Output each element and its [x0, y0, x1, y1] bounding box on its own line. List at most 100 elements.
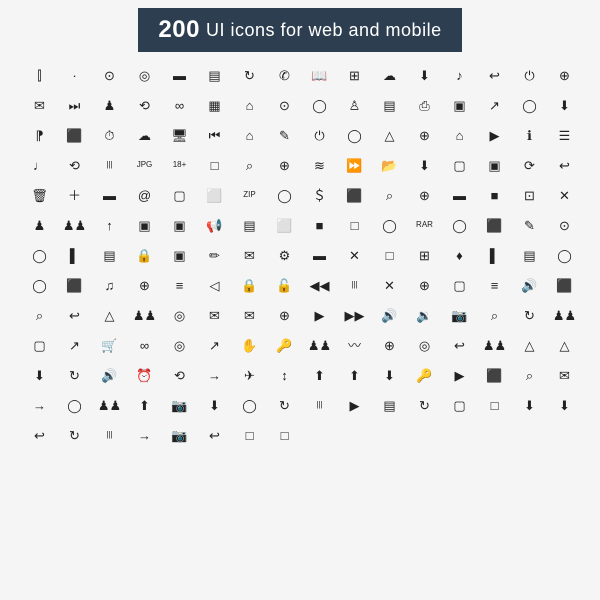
icon-173[interactable]: ⬛ — [477, 360, 512, 390]
icon-29[interactable]: ↗ — [477, 90, 512, 120]
icon-10[interactable]: ☁ — [372, 60, 407, 90]
icon-6[interactable]: ↻ — [232, 60, 267, 90]
icon-90[interactable]: ◯ — [372, 210, 407, 240]
icon-128[interactable]: ⌕ — [22, 300, 57, 330]
icon-78[interactable]: ⊡ — [512, 180, 547, 210]
icon-155[interactable]: ◎ — [407, 330, 442, 360]
icon-98[interactable]: ▤ — [92, 240, 127, 270]
icon-182[interactable]: ◯ — [232, 390, 267, 420]
icon-179[interactable]: ⬆ — [127, 390, 162, 420]
icon-150[interactable]: ✋ — [232, 330, 267, 360]
icon-100[interactable]: ▣ — [162, 240, 197, 270]
icon-114[interactable]: ♫ — [92, 270, 127, 300]
icon-172[interactable]: ▶ — [442, 360, 477, 390]
icon-102[interactable]: ✉ — [232, 240, 267, 270]
icon-21[interactable]: ▦ — [197, 90, 232, 120]
icon-87[interactable]: ⬜ — [267, 210, 302, 240]
icon-80[interactable]: ♟ — [22, 210, 57, 240]
icon-104[interactable]: ▬ — [302, 240, 337, 270]
icon-50[interactable]: ||| — [92, 150, 127, 180]
icon-31[interactable]: ⬇ — [547, 90, 582, 120]
icon-5[interactable]: ▤ — [197, 60, 232, 90]
icon-96[interactable]: ◯ — [22, 240, 57, 270]
icon-22[interactable]: ⌂ — [232, 90, 267, 120]
icon-18[interactable]: ♟ — [92, 90, 127, 120]
icon-54[interactable]: ⌕ — [232, 150, 267, 180]
icon-55[interactable]: ⊕ — [267, 150, 302, 180]
icon-134[interactable]: ✉ — [232, 300, 267, 330]
icon-127[interactable]: ⬛ — [547, 270, 582, 300]
icon-84[interactable]: ▣ — [162, 210, 197, 240]
icon-193[interactable]: ↻ — [57, 420, 92, 450]
icon-130[interactable]: △ — [92, 300, 127, 330]
icon-191[interactable]: ⬇ — [547, 390, 582, 420]
icon-53[interactable]: □ — [197, 150, 232, 180]
icon-17[interactable]: ⏭ — [57, 90, 92, 120]
icon-176[interactable]: → — [22, 390, 57, 420]
icon-74[interactable]: ⌕ — [372, 180, 407, 210]
icon-133[interactable]: ✉ — [197, 300, 232, 330]
icon-149[interactable]: ↗ — [197, 330, 232, 360]
icon-14[interactable]: ⏻ — [512, 60, 547, 90]
icon-111[interactable]: ◯ — [547, 240, 582, 270]
icon-8[interactable]: 📖 — [302, 60, 337, 90]
icon-60[interactable]: ▢ — [442, 150, 477, 180]
icon-36[interactable]: 🖥 — [162, 120, 197, 150]
icon-165[interactable]: → — [197, 360, 232, 390]
icon-171[interactable]: 🔑 — [407, 360, 442, 390]
icon-44[interactable]: ⌂ — [442, 120, 477, 150]
icon-92[interactable]: ◯ — [442, 210, 477, 240]
icon-161[interactable]: ↻ — [57, 360, 92, 390]
icon-38[interactable]: ⌂ — [232, 120, 267, 150]
icon-121[interactable]: ||| — [337, 270, 372, 300]
icon-135[interactable]: ⊕ — [267, 300, 302, 330]
icon-169[interactable]: ⬆ — [337, 360, 372, 390]
icon-101[interactable]: ✏ — [197, 240, 232, 270]
icon-164[interactable]: ⟲ — [162, 360, 197, 390]
icon-67[interactable]: @ — [127, 180, 162, 210]
icon-158[interactable]: △ — [512, 330, 547, 360]
icon-30[interactable]: ◯ — [512, 90, 547, 120]
icon-16[interactable]: ✉ — [22, 90, 57, 120]
icon-77[interactable]: ■ — [477, 180, 512, 210]
icon-132[interactable]: ◎ — [162, 300, 197, 330]
icon-58[interactable]: 📂 — [372, 150, 407, 180]
icon-66[interactable]: ▬ — [92, 180, 127, 210]
icon-72[interactable]: ＄ — [302, 180, 337, 210]
icon-151[interactable]: 🔑 — [267, 330, 302, 360]
icon-1[interactable]: · — [57, 60, 92, 90]
icon-180[interactable]: 📷 — [162, 390, 197, 420]
icon-65[interactable]: ＋ — [57, 180, 92, 210]
icon-143[interactable]: ♟♟ — [547, 300, 582, 330]
icon-42[interactable]: △ — [372, 120, 407, 150]
icon-178[interactable]: ♟♟ — [92, 390, 127, 420]
icon-89[interactable]: □ — [337, 210, 372, 240]
icon-69[interactable]: ⬜ — [197, 180, 232, 210]
icon-99[interactable]: 🔒 — [127, 240, 162, 270]
icon-52[interactable]: 18+ — [162, 150, 197, 180]
icon-110[interactable]: ▤ — [512, 240, 547, 270]
icon-137[interactable]: ▶▶ — [337, 300, 372, 330]
icon-28[interactable]: ▣ — [442, 90, 477, 120]
icon-186[interactable]: ▤ — [372, 390, 407, 420]
icon-131[interactable]: ♟♟ — [127, 300, 162, 330]
icon-175[interactable]: ✉ — [547, 360, 582, 390]
icon-76[interactable]: ▬ — [442, 180, 477, 210]
icon-85[interactable]: 📢 — [197, 210, 232, 240]
icon-105[interactable]: ✕ — [337, 240, 372, 270]
icon-195[interactable]: → — [127, 420, 162, 450]
icon-25[interactable]: ♙ — [337, 90, 372, 120]
icon-136[interactable]: ▶ — [302, 300, 337, 330]
icon-113[interactable]: ⬛ — [57, 270, 92, 300]
icon-184[interactable]: ||| — [302, 390, 337, 420]
icon-20[interactable]: ∞ — [162, 90, 197, 120]
icon-196[interactable]: 📷 — [162, 420, 197, 450]
icon-168[interactable]: ⬆ — [302, 360, 337, 390]
icon-146[interactable]: 🛒 — [92, 330, 127, 360]
icon-63[interactable]: ↩ — [547, 150, 582, 180]
icon-103[interactable]: ⚙ — [267, 240, 302, 270]
icon-57[interactable]: ⏩ — [337, 150, 372, 180]
icon-160[interactable]: ⬇ — [22, 360, 57, 390]
icon-119[interactable]: 🔓 — [267, 270, 302, 300]
icon-112[interactable]: ◯ — [22, 270, 57, 300]
